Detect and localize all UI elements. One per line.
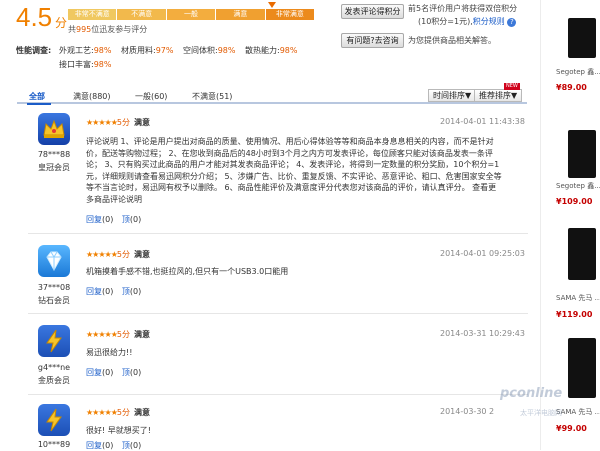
scale-satisfied: 满意 bbox=[216, 9, 266, 20]
reply-link[interactable]: 回复 bbox=[86, 215, 102, 224]
chevron-down-icon: ▼ bbox=[511, 91, 518, 100]
sort-by-recommend-button[interactable]: 推荐排序▼ bbox=[474, 89, 523, 102]
reply-link[interactable]: 回复 bbox=[86, 287, 102, 296]
rating-count: 995 bbox=[76, 25, 92, 34]
upvote-link[interactable]: 顶 bbox=[122, 287, 130, 296]
review-actions: 回复(0) 顶(0) bbox=[86, 215, 142, 224]
review-actions: 回复(0) 顶(0) bbox=[86, 368, 142, 377]
review-divider bbox=[28, 313, 528, 314]
product-thumbnail[interactable] bbox=[568, 338, 596, 398]
sort-by-time-button[interactable]: 时间排序▼ bbox=[428, 89, 477, 102]
sidebar-divider bbox=[540, 0, 541, 450]
post-review-button[interactable]: 发表评论得积分 bbox=[341, 4, 404, 19]
scale-unsatisfied: 不满意 bbox=[117, 9, 167, 20]
lightning-icon bbox=[46, 329, 62, 353]
survey-item: 外观工艺:98% bbox=[59, 46, 112, 55]
post-review-note: 前5名评价用户将获得双倍积分 bbox=[408, 4, 518, 13]
reply-link[interactable]: 回复 bbox=[86, 441, 102, 450]
avatar[interactable] bbox=[38, 245, 70, 277]
review-date: 2014-04-01 11:43:38 bbox=[440, 117, 525, 126]
review-stars: ★★★★★5分 满意 bbox=[86, 250, 150, 259]
review-divider bbox=[28, 233, 528, 234]
upvote-link[interactable]: 顶 bbox=[122, 368, 130, 377]
survey-label: 性能调查: bbox=[16, 46, 52, 55]
review-actions: 回复(0) 顶(0) bbox=[86, 441, 142, 450]
ask-note: 为您提供商品相关解答。 bbox=[408, 36, 496, 45]
review-date: 2014-03-30 2 bbox=[440, 407, 495, 416]
tab-all[interactable]: 全部 bbox=[29, 91, 45, 102]
survey-item: 散热能力:98% bbox=[245, 46, 298, 55]
rating-summary: 共995位迅友参与评分 bbox=[68, 25, 148, 34]
review-stars: ★★★★★5分 满意 bbox=[86, 330, 150, 339]
help-icon[interactable]: ? bbox=[507, 18, 517, 27]
scale-neutral: 一般 bbox=[166, 9, 217, 20]
review-stars: ★★★★★5分 满意 bbox=[86, 118, 150, 127]
review-username: 37***08 bbox=[37, 283, 71, 292]
review-divider bbox=[28, 394, 528, 395]
product-price: ¥109.00 bbox=[556, 197, 593, 206]
diamond-icon bbox=[46, 251, 62, 272]
lightning-icon bbox=[46, 408, 62, 432]
product-name[interactable]: Segotep 鑫... bbox=[556, 67, 600, 77]
upvote-link[interactable]: 顶 bbox=[122, 441, 130, 450]
review-text: 很好! 早就想买了! bbox=[86, 426, 151, 435]
review-text: 易迅很给力!! bbox=[86, 348, 133, 357]
review-username: 78***88 bbox=[37, 150, 71, 159]
review-date: 2014-04-01 09:25:03 bbox=[440, 249, 525, 258]
review-stars: ★★★★★5分 满意 bbox=[86, 408, 150, 417]
review-date: 2014-03-31 10:29:43 bbox=[440, 329, 525, 338]
product-name[interactable]: Segotep 鑫... bbox=[556, 181, 600, 191]
product-price: ¥119.00 bbox=[556, 310, 593, 319]
product-price: ¥89.00 bbox=[556, 83, 587, 92]
reply-link[interactable]: 回复 bbox=[86, 368, 102, 377]
product-thumbnail[interactable] bbox=[568, 228, 596, 280]
tab-active-indicator bbox=[27, 103, 51, 105]
tab-neutral[interactable]: 一般(60) bbox=[135, 91, 167, 102]
survey-item: 材质用料:97% bbox=[121, 46, 174, 55]
avatar[interactable] bbox=[38, 404, 70, 436]
rating-pointer-icon bbox=[268, 2, 276, 8]
review-actions: 回复(0) 顶(0) bbox=[86, 287, 142, 296]
review-text: 机箱摸着手感不错,也挺拉风的,但只有一个USB3.0口能用 bbox=[86, 267, 289, 276]
tab-satisfied[interactable]: 满意(880) bbox=[73, 91, 111, 102]
upvote-link[interactable]: 顶 bbox=[122, 215, 130, 224]
product-name[interactable]: SAMA 先马 ... bbox=[556, 293, 600, 303]
scale-very-unsatisfied: 非常不满意 bbox=[68, 9, 118, 20]
crown-icon bbox=[43, 119, 65, 138]
product-price: ¥99.00 bbox=[556, 424, 587, 433]
rating-scale: 非常不满意 不满意 一般 满意 非常满意 bbox=[68, 9, 315, 20]
product-thumbnail[interactable] bbox=[568, 18, 596, 58]
survey-item: 接口丰富:98% bbox=[59, 60, 112, 69]
review-user-level: 皇冠会员 bbox=[38, 163, 70, 172]
avatar[interactable] bbox=[38, 325, 70, 357]
watermark-subtitle: 太平洋电脑网 bbox=[520, 409, 562, 417]
review-user-level: 金质会员 bbox=[38, 376, 70, 385]
product-name[interactable]: SAMA 先马 ... bbox=[556, 407, 600, 417]
tab-unsatisfied[interactable]: 不满意(51) bbox=[192, 91, 232, 102]
rating-score: 4.5 bbox=[16, 2, 53, 32]
review-text: 评论说明 1、评论是用户提出对商品的质量、使用情况、用后心得体验等等和商品本身息… bbox=[86, 137, 502, 204]
avatar[interactable] bbox=[38, 113, 70, 145]
product-thumbnail[interactable] bbox=[568, 130, 596, 178]
scale-very-satisfied: 非常满意 bbox=[265, 9, 315, 20]
points-rule-link[interactable]: 积分规则 bbox=[473, 17, 505, 26]
chevron-down-icon: ▼ bbox=[465, 91, 472, 100]
rating-score-unit: 分 bbox=[55, 16, 68, 30]
survey-item: 空间体积:98% bbox=[183, 46, 236, 55]
review-username: g4***ne bbox=[37, 363, 71, 372]
watermark-logo: pconline bbox=[500, 386, 563, 401]
post-review-note-2: (10积分=1元),积分规则 ? bbox=[418, 16, 517, 28]
ask-question-button[interactable]: 有问题?去咨询 bbox=[341, 33, 404, 48]
review-user-level: 钻石会员 bbox=[38, 296, 70, 305]
review-username: 10***89 bbox=[37, 440, 71, 449]
new-badge: NEW bbox=[504, 83, 520, 90]
